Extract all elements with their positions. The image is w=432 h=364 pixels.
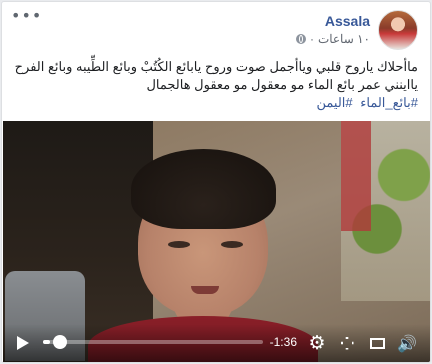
video-controls-bar: -1:36 ⚙ 🔊 <box>3 324 430 362</box>
separator-dot: · <box>309 32 314 46</box>
play-icon[interactable] <box>17 336 29 350</box>
progress-bar[interactable] <box>43 340 263 344</box>
post-card: ••• Assala ١٠ ساعات · ماأحلاك ياروح قلبي… <box>1 1 431 363</box>
video-frame-eye <box>168 241 190 248</box>
video-frame-hair <box>131 149 276 229</box>
gear-icon[interactable]: ⚙ <box>307 332 327 354</box>
hashtag-link[interactable]: #اليمن <box>316 95 352 110</box>
post-body: ماأحلاك ياروح قلبي وياأجمل صوت وروح يابا… <box>14 59 418 92</box>
timestamp-link[interactable]: ١٠ ساعات <box>318 32 370 46</box>
video-player[interactable]: -1:36 ⚙ 🔊 <box>3 121 430 362</box>
time-remaining: -1:36 <box>269 335 297 349</box>
post-subline: ١٠ ساعات · <box>295 32 370 46</box>
hashtags: #بائع_الماء #اليمن <box>10 94 418 112</box>
expand-icon[interactable] <box>337 333 357 353</box>
popout-icon[interactable] <box>367 333 387 353</box>
hashtag-link[interactable]: #بائع_الماء <box>360 95 418 110</box>
avatar[interactable] <box>378 10 418 50</box>
speaker-icon[interactable]: 🔊 <box>397 333 417 353</box>
scrubber-handle[interactable] <box>53 335 67 349</box>
video-frame-mouth <box>191 286 219 294</box>
more-options-icon[interactable]: ••• <box>11 8 41 24</box>
post-text: ماأحلاك ياروح قلبي وياأجمل صوت وروح يابا… <box>10 58 418 112</box>
page-name-link[interactable]: Assala <box>296 13 370 29</box>
globe-icon[interactable] <box>295 34 306 44</box>
post-meta: Assala ١٠ ساعات · <box>295 10 370 46</box>
video-frame-cloth <box>341 121 371 231</box>
progress-fill <box>43 340 50 344</box>
post-header: Assala ١٠ ساعات · <box>295 10 418 52</box>
video-frame-eye <box>221 241 243 248</box>
